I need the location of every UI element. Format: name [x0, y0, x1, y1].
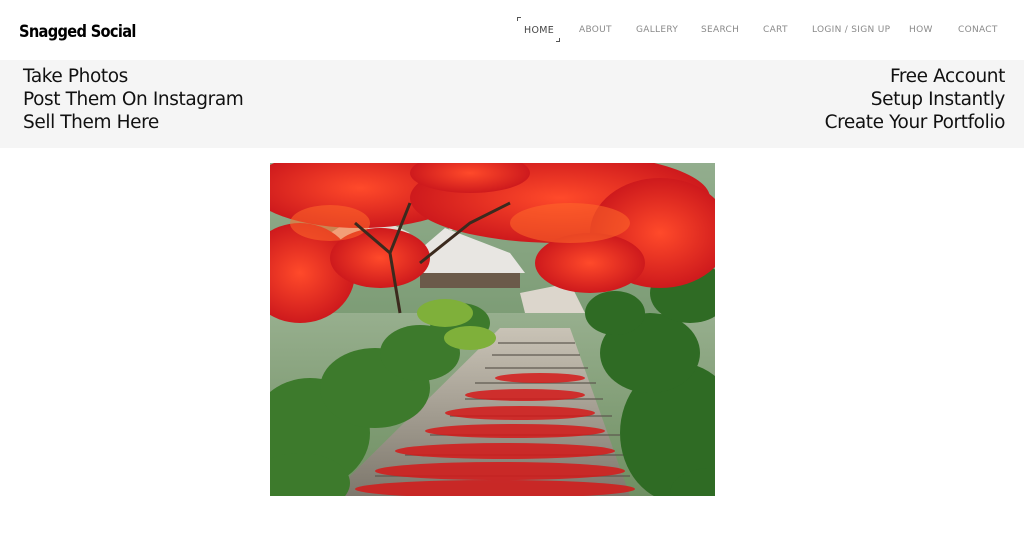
nav-contact[interactable]: CONACT: [958, 25, 998, 35]
nav-cart[interactable]: CART: [763, 25, 788, 35]
nav-about[interactable]: ABOUT: [579, 25, 612, 35]
nav-home[interactable]: HOME: [524, 25, 554, 36]
nav-gallery[interactable]: GALLERY: [636, 25, 678, 35]
intro-banner: Take Photos Post Them On Instagram Sell …: [0, 60, 1024, 148]
site-header: Snagged Social HOME ABOUT GALLERY SEARCH…: [0, 0, 1024, 60]
hero-photo: [270, 163, 715, 496]
nav-search[interactable]: SEARCH: [701, 25, 739, 35]
banner-left-line-1: Take Photos: [23, 66, 128, 87]
banner-left-line-3: Sell Them Here: [23, 112, 159, 133]
banner-right-line-3: Create Your Portfolio: [824, 112, 1006, 133]
nav-login-signup[interactable]: LOGIN / SIGN UP: [812, 25, 890, 35]
banner-right-line-2: Setup Instantly: [870, 89, 1006, 110]
active-corner-top-left: [517, 17, 521, 21]
banner-left-line-2: Post Them On Instagram: [23, 89, 244, 110]
active-corner-bottom-right: [556, 38, 560, 42]
nav-how[interactable]: HOW: [909, 25, 933, 35]
banner-right-line-1: Free Account: [889, 66, 1005, 87]
main-nav: HOME ABOUT GALLERY SEARCH CART LOGIN / S…: [0, 0, 1024, 60]
